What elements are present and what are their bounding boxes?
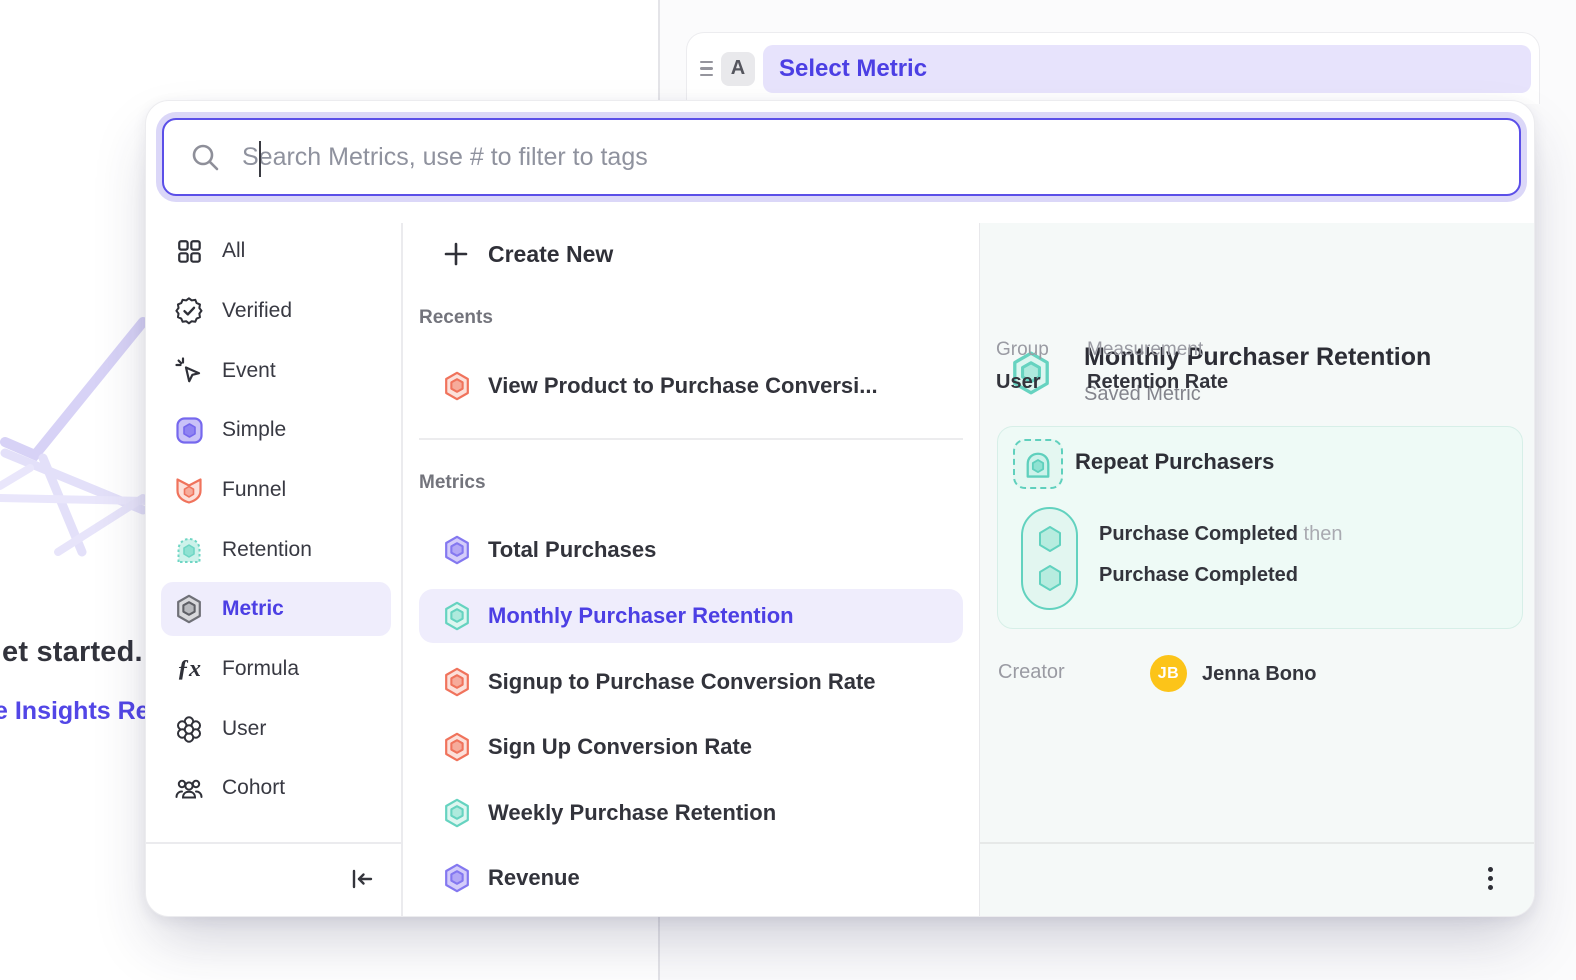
event-sequence-capsule [1021,507,1078,610]
more-options-button[interactable] [1478,866,1502,890]
metric-hexagon-icon [175,594,203,624]
metric-item-monthly-purchaser-retention[interactable]: Monthly Purchaser Retention [419,589,963,643]
sidebar-item-retention[interactable]: Retention [161,523,391,577]
teal-metric-icon [443,601,471,631]
metric-item-label: Sign Up Conversion Rate [488,734,752,760]
sidebar-item-label: User [222,717,266,741]
metric-item-revenue[interactable]: Revenue [419,851,963,905]
sidebar-item-verified[interactable]: Verified [161,284,391,338]
card-title: Repeat Purchasers [1075,449,1274,475]
orange-metric-icon [443,667,471,697]
select-metric-button[interactable]: Select Metric [763,45,1531,93]
sidebar-item-label: Formula [222,657,299,681]
sidebar-item-label: Funnel [222,478,286,502]
event-hexagon-icon [1037,525,1063,553]
metric-toolbar: A Select Metric [686,32,1540,104]
detail-footer-divider [980,842,1535,844]
step-1-text: Purchase Completed then [1099,523,1342,546]
series-a-badge: A [721,52,755,86]
metric-detail-panel: Monthly Purchaser Retention Saved Metric… [979,223,1535,916]
step-2-event: Purchase Completed [1099,564,1298,587]
metric-item-label: Total Purchases [488,537,656,563]
event-hexagon-icon [1037,564,1063,592]
user-cluster-icon [175,714,203,744]
metric-item-label: Monthly Purchaser Retention [488,603,794,629]
metric-item-label: Weekly Purchase Retention [488,800,776,826]
simple-hexagon-icon [175,415,203,445]
sidebar-item-all[interactable]: All [161,224,391,278]
creator-label: Creator [998,661,1065,684]
plus-icon [443,241,469,267]
sidebar-item-formula[interactable]: ƒx Formula [161,642,391,696]
metric-item-total-purchases[interactable]: Total Purchases [419,523,963,577]
sidebar-item-user[interactable]: User [161,702,391,756]
group-value: User [996,371,1040,394]
metrics-header: Metrics [419,472,486,494]
filter-sidebar: All Verified Event [146,101,401,916]
recent-item-view-product[interactable]: View Product to Purchase Conversi... [419,359,963,413]
create-new-label: Create New [488,241,613,268]
metric-item-signup-to-purchase[interactable]: Signup to Purchase Conversion Rate [419,655,963,709]
metric-item-weekly-purchase-retention[interactable]: Weekly Purchase Retention [419,786,963,840]
sidebar-item-metric[interactable]: Metric [161,582,391,636]
list-section-divider [419,438,963,440]
funnel-metric-icon [443,371,471,401]
sidebar-item-label: Event [222,359,276,383]
orange-metric-icon [443,732,471,762]
metric-item-label: Revenue [488,865,580,891]
sidebar-item-label: All [222,239,245,263]
retention-arch-icon [175,535,203,565]
creator-avatar: JB [1150,655,1187,692]
decorative-chart-lines [0,280,160,610]
sidebar-footer-divider [146,842,401,844]
insights-report-link-fragment[interactable]: e Insights Re [0,697,150,726]
group-label: Group [996,339,1049,361]
formula-fx-icon: ƒx [175,654,203,684]
drag-handle-icon[interactable] [697,61,715,77]
sidebar-item-label: Cohort [222,776,285,800]
then-connector: then [1304,523,1343,545]
badge-check-icon [175,296,203,326]
sidebar-item-label: Simple [222,418,286,442]
cursor-click-icon [175,356,203,386]
sidebar-item-event[interactable]: Event [161,344,391,398]
metric-item-sign-up-conversion[interactable]: Sign Up Conversion Rate [419,720,963,774]
create-new-button[interactable]: Create New [419,227,963,281]
sidebar-item-label: Metric [222,597,284,621]
measurement-value: Retention Rate [1087,371,1228,394]
sidebar-item-funnel[interactable]: Funnel [161,463,391,517]
metric-item-label: Signup to Purchase Conversion Rate [488,669,876,695]
background-heading-fragment: et started. [2,636,143,669]
sidebar-item-cohort[interactable]: Cohort [161,761,391,815]
sidebar-item-label: Retention [222,538,312,562]
grid-icon [175,236,203,266]
metric-picker-modal: All Verified Event [145,100,1535,917]
sidebar-item-label: Verified [222,299,292,323]
creator-name: Jenna Bono [1202,663,1316,686]
select-metric-label: Select Metric [779,55,927,83]
funnel-icon [175,475,203,505]
retention-step-icon [1013,439,1063,489]
metric-list-column: Create New Recents View Product to Purch… [401,101,979,916]
recents-header: Recents [419,307,493,329]
collapse-left-icon [350,867,374,891]
sidebar-item-simple[interactable]: Simple [161,403,391,457]
purple-metric-icon [443,535,471,565]
saved-metric-definition-card: Repeat Purchasers Purchase Completed the… [997,426,1523,629]
purple-metric-icon [443,863,471,893]
screen: et started. e Insights Re A Select Metri… [0,0,1576,980]
collapse-sidebar-button[interactable] [349,866,375,892]
teal-metric-icon [443,798,471,828]
step-1-event: Purchase Completed [1099,523,1298,545]
cohort-people-icon [175,773,203,803]
recent-item-label: View Product to Purchase Conversi... [488,373,878,399]
measurement-label: Measurement [1087,339,1203,361]
